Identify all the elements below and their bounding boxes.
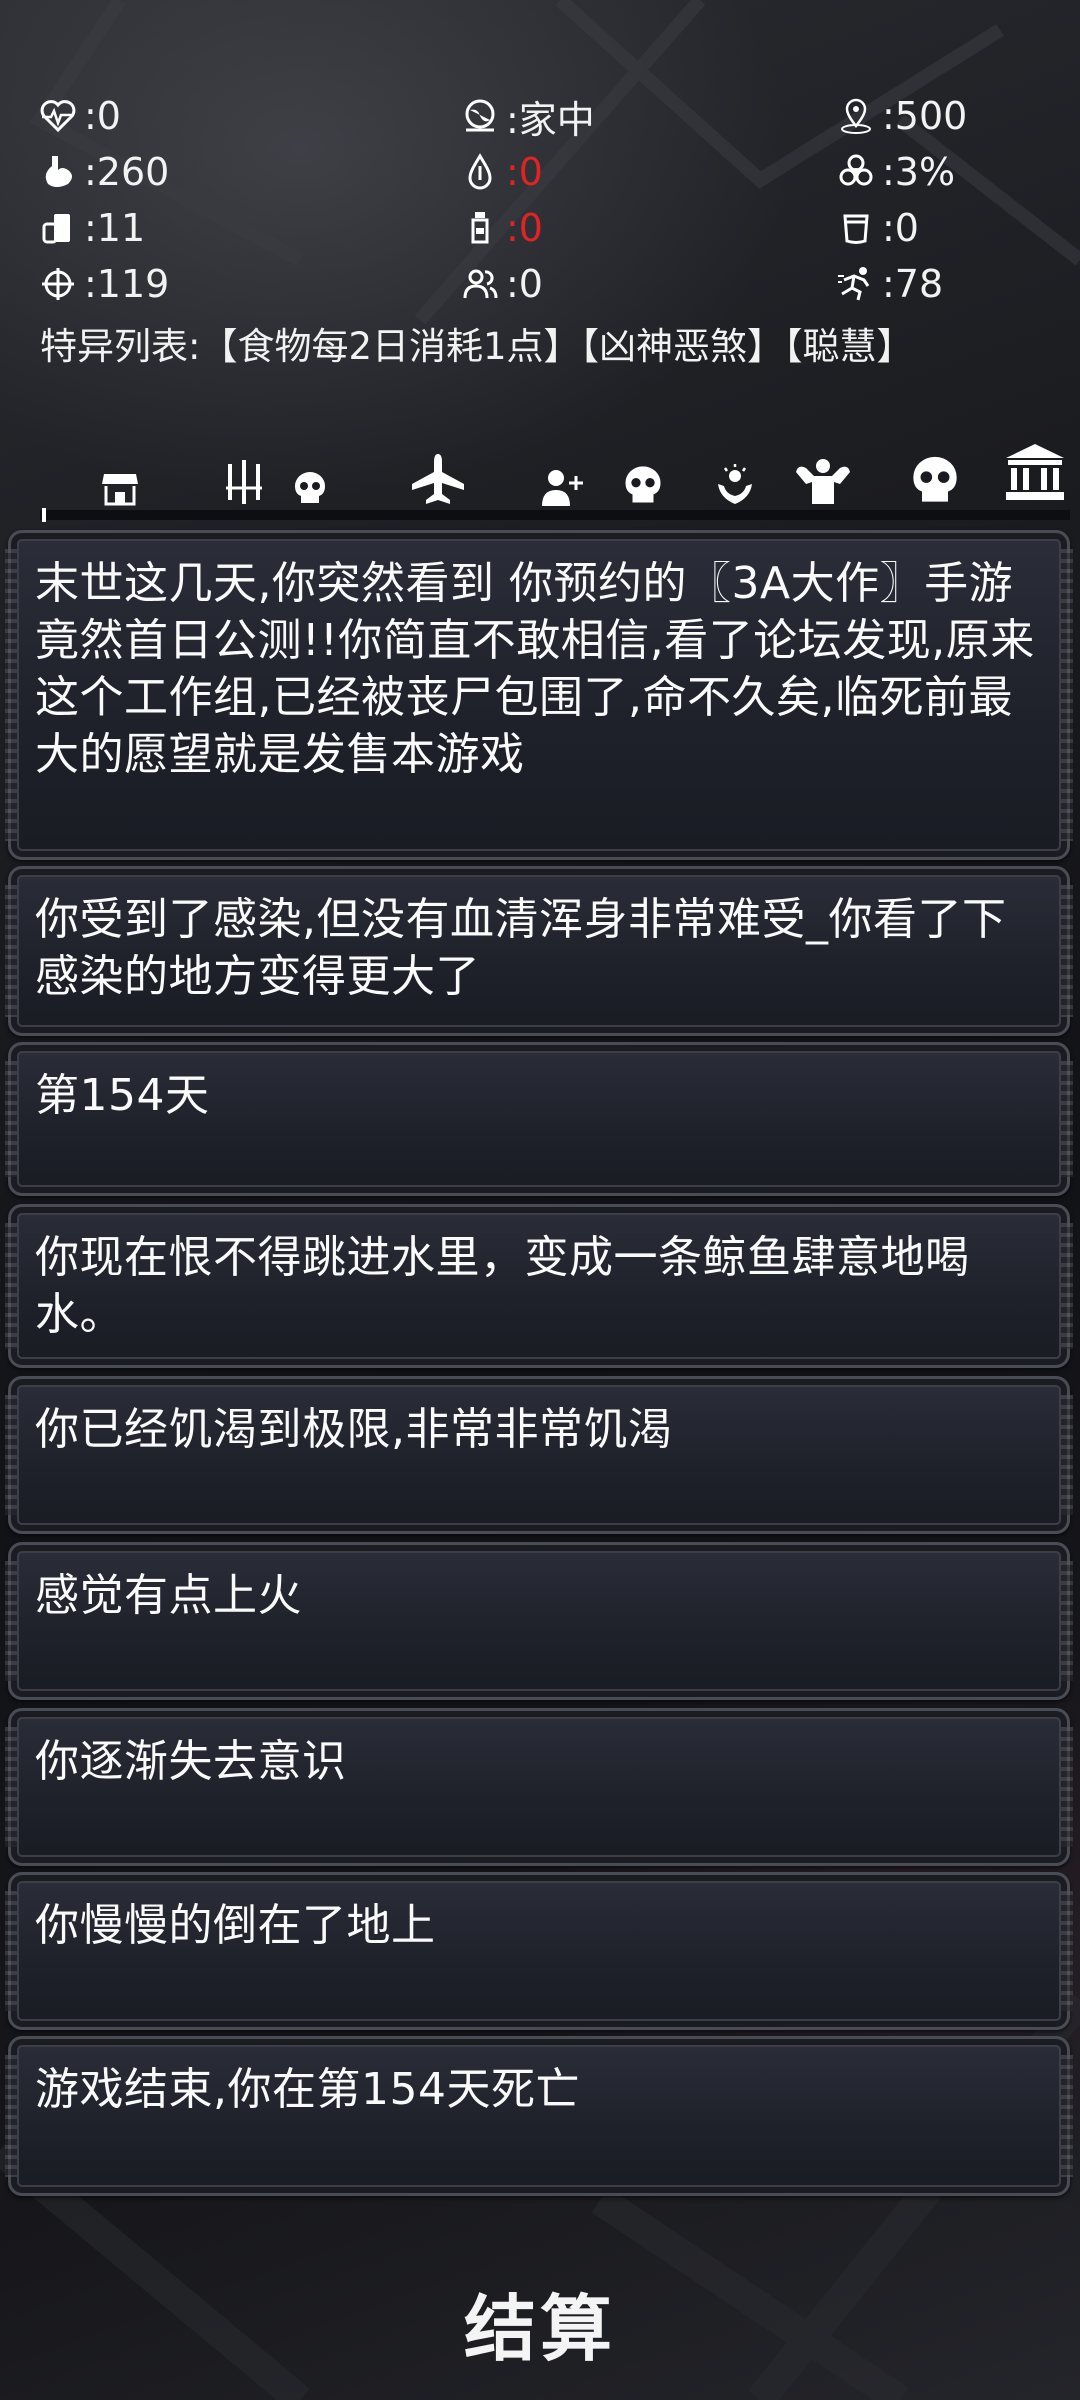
stat-infection: :3% bbox=[834, 150, 1046, 194]
airplane-icon[interactable] bbox=[410, 452, 466, 504]
canned-food-icon bbox=[36, 206, 80, 250]
muscle-icon[interactable] bbox=[794, 458, 852, 506]
event-card: 第154天 bbox=[5, 1042, 1073, 1196]
event-text: 你逐渐失去意识 bbox=[35, 1736, 347, 1787]
event-card: 末世这几天,你突然看到 你预约的〖3A大作〗手游竟然首日公测!!你简直不敢相信,… bbox=[5, 530, 1073, 860]
hands-light-icon[interactable] bbox=[714, 462, 756, 506]
event-card: 你慢慢的倒在了地上 bbox=[5, 1872, 1073, 2030]
stat-supplies-value: :11 bbox=[84, 206, 146, 250]
nav-underline bbox=[40, 510, 1070, 520]
stat-agility: :78 bbox=[834, 262, 1046, 306]
stat-location-value: :家中 bbox=[506, 97, 595, 142]
map-pin-icon bbox=[834, 94, 878, 138]
stat-food-value: :260 bbox=[84, 150, 170, 194]
stat-ammo: :0 bbox=[834, 206, 1046, 250]
event-text: 感觉有点上火 bbox=[35, 1570, 302, 1621]
skull-icon[interactable] bbox=[622, 464, 664, 506]
stat-aim-value: :119 bbox=[84, 262, 170, 306]
traits-list: 特异列表:【食物每2日消耗1点】【凶神恶煞】【聪慧】 bbox=[40, 325, 914, 368]
stat-serum: :0 bbox=[458, 206, 834, 250]
stat-water: :0 bbox=[458, 150, 834, 194]
action-nav-bar bbox=[0, 440, 1080, 510]
bottle-icon bbox=[458, 206, 502, 250]
event-text: 你慢慢的倒在了地上 bbox=[35, 1900, 436, 1951]
event-text: 你已经饥渴到极限,非常非常饥渴 bbox=[35, 1404, 673, 1455]
event-card: 你现在恨不得跳进水里，变成一条鲸鱼肆意地喝水。 bbox=[5, 1204, 1073, 1368]
stat-agility-value: :78 bbox=[882, 262, 944, 306]
settle-button[interactable]: 结算 bbox=[0, 2270, 1080, 2375]
stat-companions-value: :0 bbox=[506, 262, 543, 306]
event-text: 你现在恨不得跳进水里，变成一条鲸鱼肆意地喝水。 bbox=[35, 1232, 970, 1340]
add-user-icon[interactable] bbox=[540, 468, 584, 506]
bank-icon[interactable] bbox=[1004, 442, 1066, 502]
stat-distance: :500 bbox=[834, 94, 1046, 138]
event-card: 你逐渐失去意识 bbox=[5, 1708, 1073, 1866]
skull-small-icon[interactable] bbox=[292, 470, 328, 506]
event-text: 末世这几天,你突然看到 你预约的〖3A大作〗手游竟然首日公测!!你简直不敢相信,… bbox=[35, 558, 1035, 780]
crosshair-icon bbox=[36, 262, 80, 306]
stats-panel: :0 :家中 :500 :260 :0:3%:11:0:0:119:… bbox=[36, 88, 1046, 312]
stat-health-value: :0 bbox=[84, 94, 121, 138]
event-text: 你受到了感染,但没有血清浑身非常难受_你看了下感染的地方变得更大了 bbox=[35, 894, 1007, 1002]
shop-icon[interactable] bbox=[100, 470, 140, 506]
cup-icon bbox=[834, 206, 878, 250]
event-card: 你受到了感染,但没有血清浑身非常难受_你看了下感染的地方变得更大了 bbox=[5, 866, 1073, 1036]
event-text: 游戏结束,你在第154天死亡 bbox=[35, 2064, 580, 2115]
people-icon bbox=[458, 262, 502, 306]
event-text: 第154天 bbox=[35, 1070, 210, 1121]
biohazard-icon bbox=[834, 150, 878, 194]
stat-health: :0 bbox=[36, 94, 458, 138]
stat-companions: :0 bbox=[458, 262, 834, 306]
skull-large-icon[interactable] bbox=[908, 454, 962, 506]
stat-infection-value: :3% bbox=[882, 150, 956, 194]
stat-serum-value: :0 bbox=[506, 206, 543, 250]
globe-location-icon bbox=[458, 94, 502, 138]
stat-location: :家中 bbox=[458, 89, 834, 144]
stat-water-value: :0 bbox=[506, 150, 543, 194]
water-drop-icon bbox=[458, 150, 502, 194]
nav-scroll-indicator bbox=[42, 508, 46, 522]
stat-food: :260 bbox=[36, 150, 458, 194]
stat-ammo-value: :0 bbox=[882, 206, 919, 250]
event-card: 感觉有点上火 bbox=[5, 1542, 1073, 1700]
running-icon bbox=[834, 262, 878, 306]
stomach-icon bbox=[36, 150, 80, 194]
stat-supplies: :11 bbox=[36, 206, 458, 250]
event-card: 游戏结束,你在第154天死亡 bbox=[5, 2036, 1073, 2196]
heartbeat-icon bbox=[36, 94, 80, 138]
stat-aim: :119 bbox=[36, 262, 458, 306]
event-card: 你已经饥渴到极限,非常非常饥渴 bbox=[5, 1376, 1073, 1534]
weapons-icon[interactable] bbox=[222, 460, 266, 506]
stat-distance-value: :500 bbox=[882, 94, 968, 138]
